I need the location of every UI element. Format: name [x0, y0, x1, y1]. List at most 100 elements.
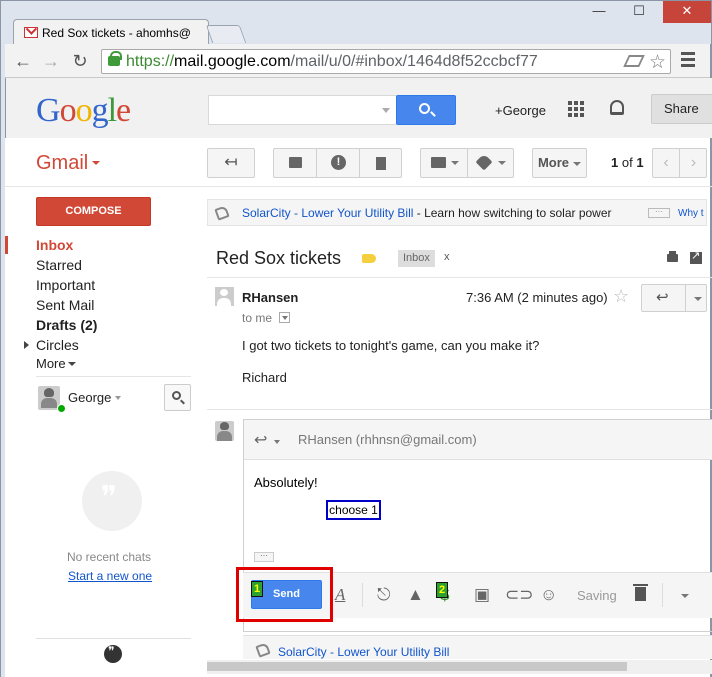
- tag-icon: [214, 205, 230, 221]
- apps-grid-icon[interactable]: [568, 101, 584, 117]
- reply-recipient[interactable]: RHansen (rhhnsn@gmail.com): [298, 432, 477, 447]
- reply-type-icon[interactable]: ↩: [254, 430, 267, 450]
- star-icon[interactable]: ☆: [613, 286, 629, 307]
- folder-icon: [431, 157, 446, 168]
- ad-link[interactable]: SolarCity - Lower Your Utility Bill: [242, 206, 413, 220]
- no-chats-text: No recent chats: [67, 550, 152, 564]
- chat-user-name[interactable]: George: [68, 390, 111, 405]
- sidebar-item-drafts[interactable]: Drafts (2): [36, 317, 97, 333]
- spam-icon: !: [331, 155, 346, 170]
- chevron-down-icon: [451, 161, 459, 165]
- sidebar-item-circles[interactable]: Circles: [36, 337, 79, 353]
- move-label-group: [420, 148, 514, 178]
- back-button[interactable]: ←: [11, 49, 35, 73]
- compose-button[interactable]: COMPOSE: [36, 197, 151, 226]
- reload-button[interactable]: ↻: [68, 49, 92, 73]
- apps-grid-dot: [580, 107, 584, 111]
- address-bar[interactable]: https://mail.google.com/mail/u/0/#inbox/…: [101, 49, 671, 74]
- gmail-icon: [24, 27, 38, 38]
- apps-grid-dot: [580, 101, 584, 105]
- divider: [5, 186, 712, 187]
- user-profile-link[interactable]: +George: [495, 103, 546, 118]
- archive-button[interactable]: [274, 149, 317, 177]
- divider: [207, 277, 712, 278]
- divider: [362, 583, 363, 607]
- apps-grid-dot: [568, 113, 572, 117]
- search-button[interactable]: [396, 95, 456, 125]
- expand-triangle-icon[interactable]: [24, 341, 29, 349]
- inbox-label-chip[interactable]: Inbox: [398, 250, 435, 267]
- google-logo[interactable]: Google: [36, 92, 131, 130]
- labels-button[interactable]: [468, 149, 514, 177]
- remove-label-button[interactable]: x: [444, 251, 450, 263]
- chevron-down-icon[interactable]: [92, 161, 100, 165]
- horizontal-scrollbar[interactable]: [207, 660, 712, 674]
- open-in-new-window-icon[interactable]: [690, 249, 702, 264]
- insert-photo-icon[interactable]: ▣: [474, 585, 490, 605]
- more-actions-button[interactable]: More: [532, 148, 587, 178]
- reply-body-input[interactable]: Absolutely!: [254, 475, 318, 490]
- sender-name[interactable]: RHansen: [242, 290, 298, 305]
- close-window-button[interactable]: ✕: [663, 1, 711, 23]
- search-input[interactable]: [208, 95, 397, 125]
- apps-grid-dot: [580, 113, 584, 117]
- browser-tab[interactable]: Red Sox tickets - ahomhs@: [13, 19, 209, 46]
- why-this-ad-link[interactable]: Why t: [678, 208, 704, 219]
- important-marker-icon[interactable]: [362, 254, 376, 263]
- url-text: https://mail.google.com/mail/u/0/#inbox/…: [126, 53, 538, 70]
- choose-prompt-box: choose 1: [326, 500, 381, 520]
- apps-grid-dot: [568, 107, 572, 111]
- reply-options-chevron-icon[interactable]: [694, 297, 702, 301]
- delete-button[interactable]: [360, 149, 402, 177]
- chevron-down-icon: [498, 161, 506, 165]
- reply-icon[interactable]: ↩: [656, 288, 669, 306]
- discard-draft-icon[interactable]: [633, 584, 648, 601]
- move-to-button[interactable]: [421, 149, 468, 177]
- share-button[interactable]: Share: [651, 94, 712, 124]
- search-options-caret-icon[interactable]: [382, 108, 390, 113]
- more-options-chevron-icon[interactable]: [681, 594, 689, 598]
- bookmark-star-icon[interactable]: ☆: [649, 51, 666, 74]
- back-to-inbox-button[interactable]: ↤: [207, 148, 255, 178]
- formatting-options-icon[interactable]: A: [335, 585, 345, 605]
- forward-button[interactable]: →: [39, 49, 63, 73]
- chat-search-button[interactable]: [164, 384, 191, 411]
- ad-more-button[interactable]: ···: [648, 208, 670, 218]
- hint-badge-2: 2: [436, 582, 448, 598]
- show-trimmed-content-button[interactable]: ···: [254, 552, 274, 562]
- insert-emoticon-icon[interactable]: ☺: [540, 585, 557, 605]
- translate-icon[interactable]: [623, 55, 645, 67]
- minimize-button[interactable]: —: [583, 1, 615, 23]
- sidebar-item-more[interactable]: More: [36, 356, 66, 371]
- bottom-ad-link[interactable]: SolarCity - Lower Your Utility Bill: [278, 645, 449, 659]
- maximize-button[interactable]: ☐: [623, 1, 655, 23]
- report-spam-button[interactable]: !: [317, 149, 360, 177]
- pager-group: ‹ ›: [652, 148, 707, 178]
- start-new-chat-link[interactable]: Start a new one: [68, 569, 152, 583]
- reply-header: ↩ RHansen (rhhnsn@gmail.com): [244, 420, 712, 460]
- sidebar-item-starred[interactable]: Starred: [36, 257, 82, 273]
- print-icon[interactable]: [667, 251, 678, 262]
- saving-status: Saving: [577, 588, 617, 603]
- newer-button[interactable]: ‹: [653, 149, 680, 177]
- online-status-icon: [57, 404, 66, 413]
- older-button[interactable]: ›: [680, 149, 707, 177]
- notifications-bell-icon[interactable]: [610, 100, 624, 115]
- sidebar-item-sent-mail[interactable]: Sent Mail: [36, 297, 94, 313]
- new-tab-button[interactable]: [205, 25, 247, 43]
- logo-letter: g: [91, 92, 109, 129]
- insert-link-icon[interactable]: ⊂⊃: [505, 585, 534, 605]
- chevron-down-icon[interactable]: [115, 396, 121, 400]
- show-details-button[interactable]: [279, 312, 290, 323]
- scrollbar-thumb[interactable]: [207, 662, 627, 671]
- gmail-app-label[interactable]: Gmail: [36, 152, 88, 175]
- attach-files-icon[interactable]: ⎋: [377, 585, 390, 605]
- chevron-down-icon[interactable]: [68, 362, 76, 366]
- hamburger-icon[interactable]: [681, 52, 695, 70]
- sidebar-item-inbox[interactable]: Inbox: [36, 237, 73, 253]
- browser-titlebar: Red Sox tickets - ahomhs@ — ☐ ✕: [0, 0, 712, 46]
- chevron-down-icon[interactable]: [274, 440, 280, 444]
- google-drive-icon[interactable]: ▲: [407, 585, 424, 605]
- hangouts-quotes-icon[interactable]: [104, 644, 122, 663]
- sidebar-item-important[interactable]: Important: [36, 277, 95, 293]
